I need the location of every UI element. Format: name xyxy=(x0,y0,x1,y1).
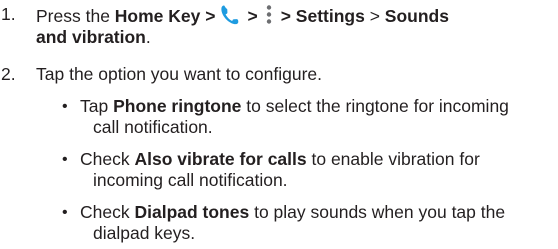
bullet-3-verb: Check xyxy=(80,202,135,222)
step-1-period: . xyxy=(145,27,151,47)
bullet-1-verb: Tap xyxy=(80,96,114,116)
bullet-3-line-1: Check Dialpad tones to play sounds when … xyxy=(80,202,558,223)
bullet-2-text: Check Also vibrate for calls to enable v… xyxy=(80,149,558,191)
phone-ringtone-label: Phone ringtone xyxy=(113,96,242,116)
also-vibrate-label: Also vibrate for calls xyxy=(134,149,307,169)
phone-icon xyxy=(220,4,240,26)
separator-1: > xyxy=(247,6,258,26)
dialpad-tones-label: Dialpad tones xyxy=(134,202,250,222)
bullet-2-verb: Check xyxy=(80,149,135,169)
home-key-label: Home Key > xyxy=(114,6,216,26)
bullet-3-continuation: dialpad keys. xyxy=(93,223,196,243)
bullet-3-text: Check Dialpad tones to play sounds when … xyxy=(80,202,558,244)
step-2-line: Tap the option you want to configure. xyxy=(36,64,323,84)
bullet-glyph: • xyxy=(62,151,68,168)
step-2-text: Tap the option you want to configure. xyxy=(36,64,556,85)
step-1-text: Press the Home Key > > > Settings > Soun… xyxy=(36,4,556,48)
bullet-1-line-1: Tap Phone ringtone to select the rington… xyxy=(80,96,558,117)
bullet-1-text: Tap Phone ringtone to select the rington… xyxy=(80,96,558,138)
step-1-line-2: and vibration. xyxy=(36,27,556,48)
bullet-glyph: • xyxy=(62,204,68,221)
step-1-line-1: Press the Home Key > > > Settings > Soun… xyxy=(36,4,556,27)
instructions-document: 1. Press the Home Key > > > Settings > S… xyxy=(0,0,558,249)
bullet-2-rest: to enable vibration for xyxy=(306,149,480,169)
bullet-glyph: • xyxy=(62,98,68,115)
bullet-2-line-1: Check Also vibrate for calls to enable v… xyxy=(80,149,558,170)
vibration-label: and vibration xyxy=(36,27,146,47)
bullet-3-rest: to play sounds when you tap the xyxy=(249,202,506,222)
settings-label: > Settings xyxy=(280,6,365,26)
bullet-1-rest: to select the ringtone for incoming xyxy=(241,96,509,116)
sounds-label: Sounds xyxy=(384,6,449,26)
vertical-dots-menu-icon xyxy=(265,4,273,26)
separator-3: > xyxy=(364,6,385,26)
bullet-2-continuation: incoming call notification. xyxy=(93,170,288,190)
step-1-number: 1. xyxy=(1,4,16,24)
bullet-1-continuation: call notification. xyxy=(93,117,213,137)
step-1-prefix: Press the xyxy=(36,6,115,26)
step-2-number: 2. xyxy=(1,64,16,84)
